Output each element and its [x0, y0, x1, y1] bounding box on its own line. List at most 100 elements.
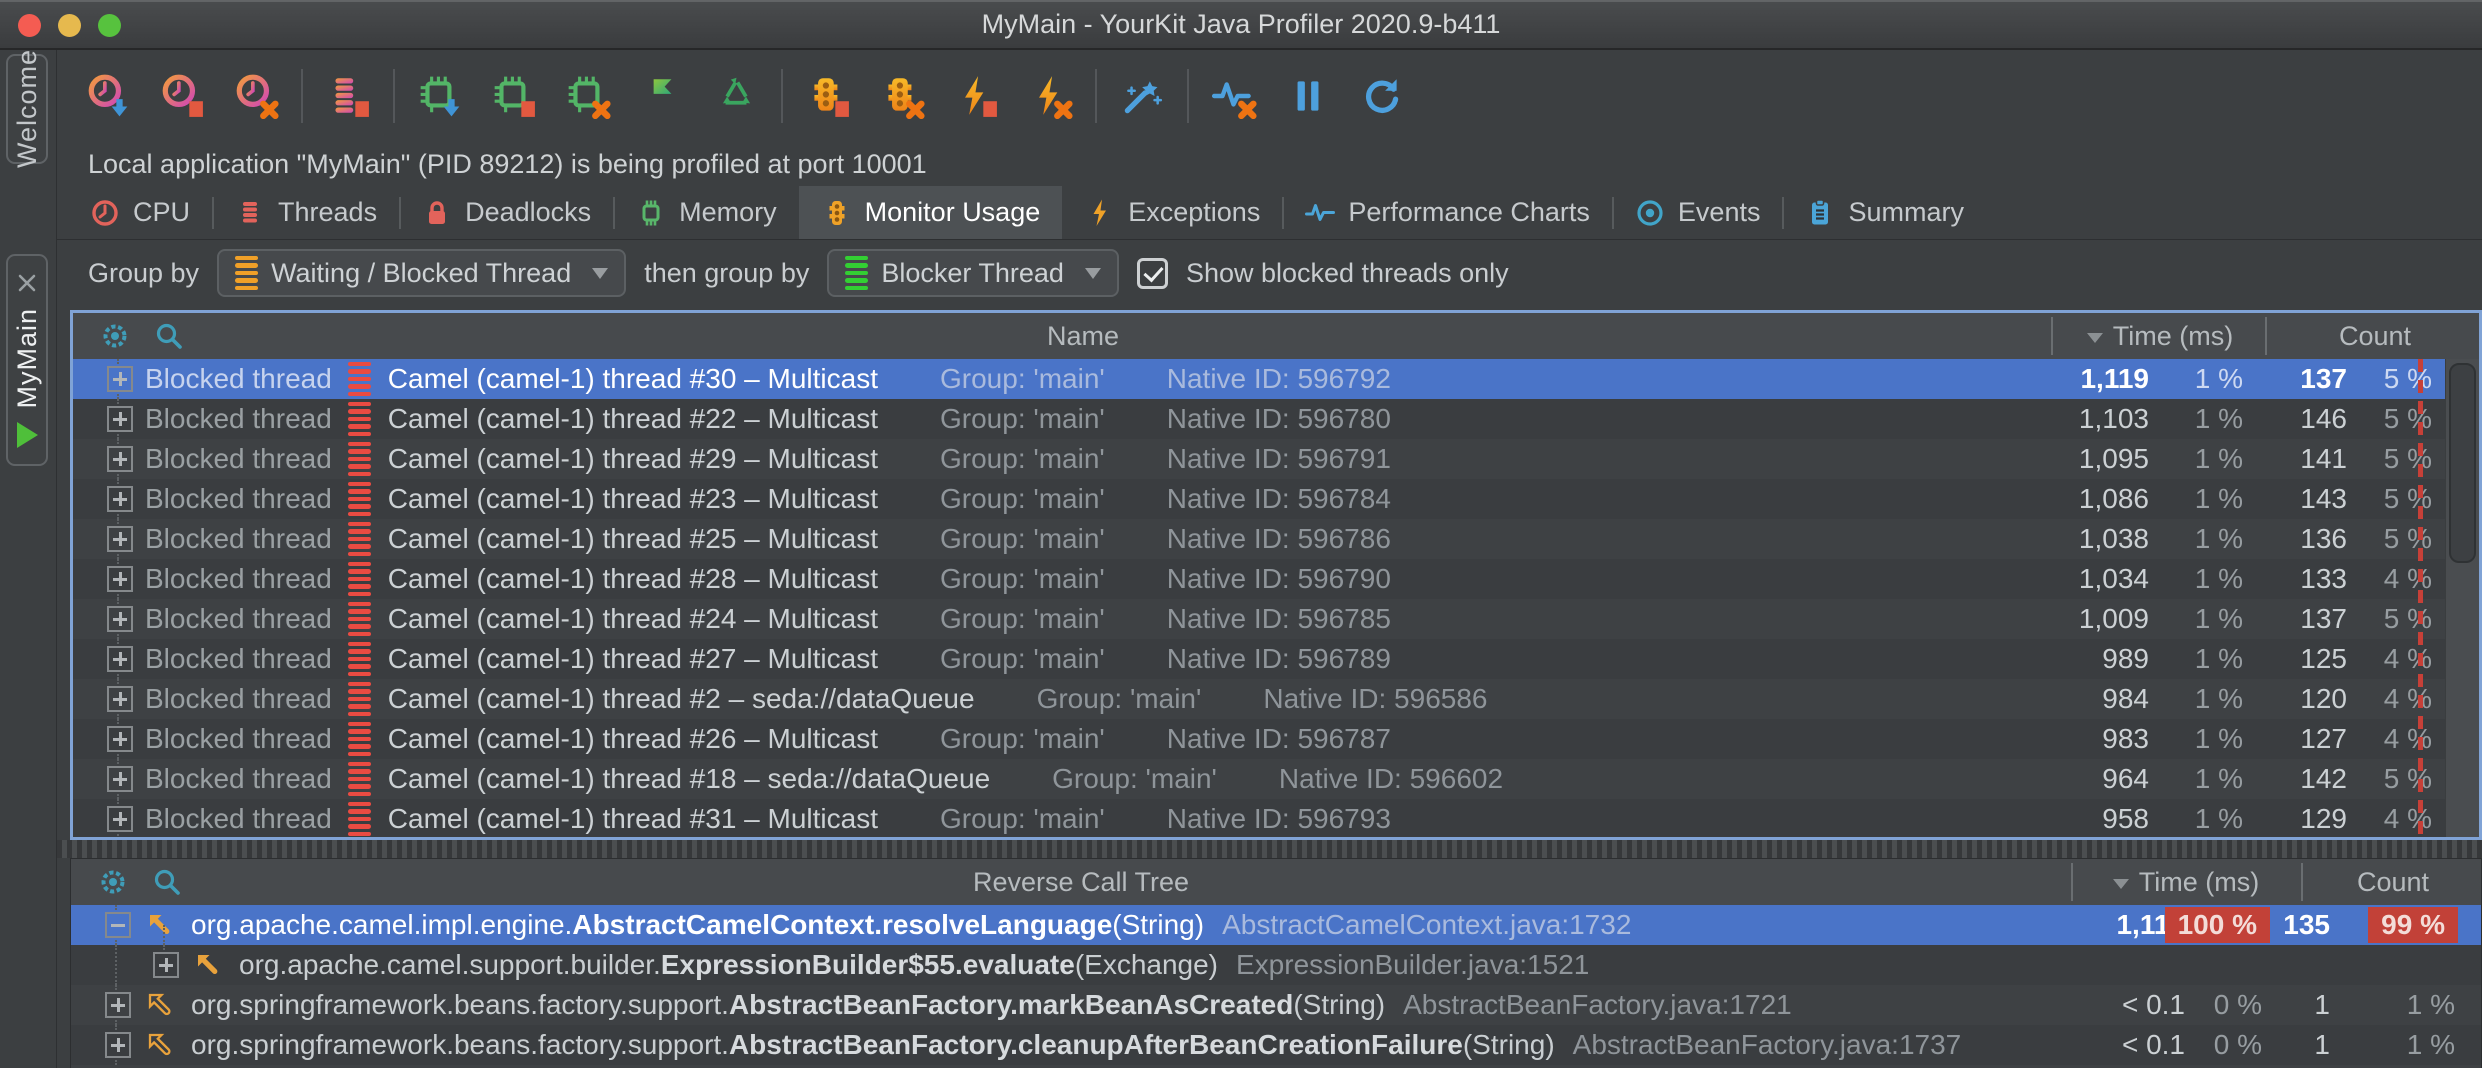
force-garbage-collection-button[interactable] — [713, 73, 759, 119]
column-header-time[interactable]: Time (ms) — [2055, 313, 2265, 359]
stop-monitor-profiling-button[interactable] — [805, 73, 851, 119]
expand-icon[interactable] — [107, 726, 133, 752]
thread-group: Group: 'main' — [940, 523, 1105, 555]
expand-icon[interactable] — [107, 806, 133, 832]
time-value: 1,034 — [2079, 563, 2149, 595]
column-header-name[interactable]: Name — [73, 313, 2093, 359]
expand-icon[interactable] — [107, 766, 133, 792]
record-memory-allocations-button[interactable] — [417, 73, 463, 119]
group-by-select[interactable]: Waiting / Blocked Thread — [217, 249, 626, 297]
thread-native-id: Native ID: 596786 — [1167, 523, 1391, 555]
expand-icon[interactable] — [105, 992, 131, 1018]
column-divider[interactable] — [2071, 863, 2073, 901]
expand-icon[interactable] — [107, 366, 133, 392]
expand-icon[interactable] — [107, 486, 133, 512]
expand-icon[interactable] — [107, 446, 133, 472]
tab-label: Deadlocks — [465, 197, 591, 228]
expand-icon[interactable] — [107, 686, 133, 712]
welcome-tab-label: Welcome — [12, 49, 43, 168]
pause-telemetry-button[interactable] — [1285, 73, 1331, 119]
blocked-thread-row[interactable]: Blocked thread Camel (camel-1) thread #2… — [73, 559, 2479, 599]
close-window-icon[interactable] — [18, 14, 41, 37]
call-tree-row[interactable]: org.apache.camel.support.builder.Express… — [71, 945, 2481, 985]
tab-threads[interactable]: Threads — [212, 186, 399, 239]
close-session-icon[interactable] — [16, 272, 38, 294]
blocked-thread-row[interactable]: Blocked thread Camel (camel-1) thread #2… — [73, 439, 2479, 479]
stop-cpu-recording-button[interactable] — [159, 73, 205, 119]
tab-summary[interactable]: Summary — [1782, 186, 1986, 239]
column-header-count[interactable]: Count — [2305, 859, 2481, 905]
blocked-thread-row[interactable]: Blocked thread Camel (camel-1) thread #3… — [73, 799, 2479, 837]
blocked-thread-row[interactable]: Blocked thread Camel (camel-1) thread #2… — [73, 519, 2479, 559]
stop-exception-recording-button[interactable] — [953, 73, 999, 119]
set-generation-flag-icon — [639, 73, 685, 119]
minimize-window-icon[interactable] — [58, 14, 81, 37]
thread-name: Camel (camel-1) thread #22 – Multicast — [388, 403, 878, 435]
expand-icon[interactable] — [107, 526, 133, 552]
column-divider[interactable] — [2301, 863, 2303, 901]
tab-deadlocks[interactable]: Deadlocks — [399, 186, 613, 239]
tab-monitor-usage[interactable]: Monitor Usage — [799, 186, 1063, 239]
callback-method-icon — [143, 988, 177, 1022]
tab-cpu[interactable]: CPU — [67, 186, 212, 239]
time-percent: 0 % — [2214, 989, 2262, 1021]
tab-performance-charts[interactable]: Performance Charts — [1282, 186, 1612, 239]
record-cpu-data-button[interactable] — [85, 73, 131, 119]
call-tree-row[interactable]: org.springframework.beans.factory.suppor… — [71, 985, 2481, 1025]
expand-icon[interactable] — [153, 952, 179, 978]
blocked-thread-row[interactable]: Blocked thread Camel (camel-1) thread #1… — [73, 759, 2479, 799]
show-blocked-checkbox[interactable] — [1137, 258, 1168, 289]
vertical-scrollbar[interactable] — [2445, 359, 2479, 837]
stop-telemetry-button[interactable] — [1211, 73, 1257, 119]
zoom-window-icon[interactable] — [98, 14, 121, 37]
column-divider[interactable] — [2265, 317, 2267, 355]
set-generation-flag-button[interactable] — [639, 73, 685, 119]
then-group-by-select[interactable]: Blocker Thread — [827, 249, 1119, 297]
expand-icon[interactable] — [105, 1032, 131, 1058]
view-tab-bar: CPU Threads Deadlocks Memory Monitor Usa… — [57, 186, 2482, 240]
stop-memory-recording-button[interactable] — [491, 73, 537, 119]
then-group-by-value: Blocker Thread — [881, 258, 1064, 289]
blocked-thread-row[interactable]: Blocked thread Camel (camel-1) thread #2… — [73, 679, 2479, 719]
eye-icon — [1634, 197, 1666, 229]
blocked-thread-row[interactable]: Blocked thread Camel (camel-1) thread #2… — [73, 479, 2479, 519]
thread-name: Camel (camel-1) thread #30 – Multicast — [388, 363, 878, 395]
time-value: < 0.1 — [2122, 1029, 2185, 1061]
clear-cpu-data-button[interactable] — [233, 73, 279, 119]
tab-exceptions[interactable]: Exceptions — [1062, 186, 1282, 239]
expand-icon[interactable] — [107, 646, 133, 672]
expand-icon[interactable] — [107, 566, 133, 592]
scrollbar-thumb[interactable] — [2449, 363, 2476, 563]
blocked-thread-row[interactable]: Blocked thread Camel (camel-1) thread #3… — [73, 359, 2479, 399]
count-percent: 1 % — [2407, 1029, 2455, 1061]
expand-icon[interactable] — [107, 606, 133, 632]
time-value: 958 — [2102, 803, 2149, 835]
sidebar-tab-mymain[interactable]: MyMain — [6, 254, 48, 466]
clear-monitor-data-button[interactable] — [879, 73, 925, 119]
column-divider[interactable] — [2051, 317, 2053, 355]
call-tree-row[interactable]: org.apache.camel.impl.engine.AbstractCam… — [71, 905, 2481, 945]
column-header-count[interactable]: Count — [2269, 313, 2481, 359]
blocked-thread-row[interactable]: Blocked thread Camel (camel-1) thread #2… — [73, 639, 2479, 679]
call-tree-row[interactable]: org.springframework.beans.factory.suppor… — [71, 1025, 2481, 1065]
clear-memory-data-button[interactable] — [565, 73, 611, 119]
thread-group: Group: 'main' — [1037, 683, 1202, 715]
stop-thread-telemetry-button[interactable] — [325, 73, 371, 119]
tab-events[interactable]: Events — [1612, 186, 1783, 239]
expand-icon[interactable] — [107, 406, 133, 432]
blocked-thread-row[interactable]: Blocked thread Camel (camel-1) thread #2… — [73, 599, 2479, 639]
count-value: 137 — [2300, 603, 2347, 635]
panel-splitter[interactable] — [57, 840, 2482, 858]
tab-memory[interactable]: Memory — [613, 186, 799, 239]
refresh-data-button[interactable] — [1359, 73, 1405, 119]
blocked-thread-row[interactable]: Blocked thread Camel (camel-1) thread #2… — [73, 719, 2479, 759]
blocked-thread-icon — [348, 482, 371, 517]
run-inspections-button[interactable] — [1119, 73, 1165, 119]
blocked-thread-icon — [348, 602, 371, 637]
sidebar-tab-welcome[interactable]: Welcome — [6, 54, 48, 164]
blocked-thread-icon — [348, 722, 371, 757]
expand-icon[interactable] — [105, 912, 131, 938]
clear-exception-data-button[interactable] — [1027, 73, 1073, 119]
column-header-time[interactable]: Time (ms) — [2075, 859, 2297, 905]
blocked-thread-row[interactable]: Blocked thread Camel (camel-1) thread #2… — [73, 399, 2479, 439]
